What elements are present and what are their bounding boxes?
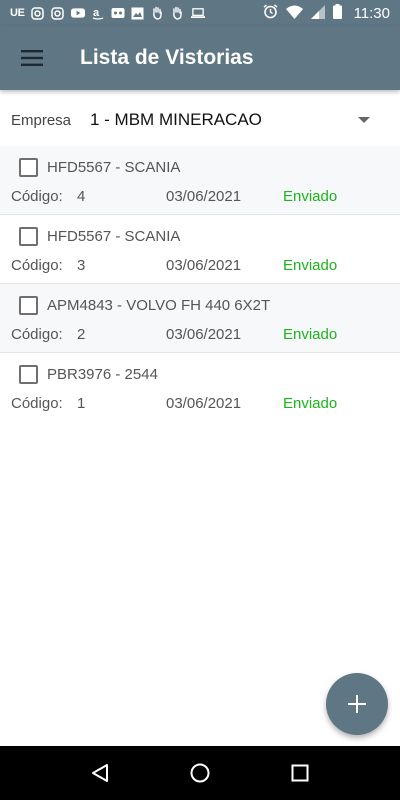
item-checkbox[interactable] [19,158,38,177]
company-selected-value: 1 - MBM MINERACAO [90,110,262,129]
carrier-label: UE [10,7,25,19]
instagram-icon [31,6,45,20]
code-value: 4 [77,188,86,205]
item-checkbox[interactable] [19,365,38,384]
item-checkbox[interactable] [19,227,38,246]
hand-icon [151,6,165,20]
app-bar: Lista de Vistorias [0,26,400,90]
system-nav-bar [0,746,400,800]
back-button[interactable] [80,753,120,793]
item-checkbox[interactable] [19,296,38,315]
home-circle-icon [190,763,210,783]
code-value: 2 [77,326,86,343]
laptop-icon [190,6,205,20]
inspection-list-item[interactable]: APM4843 - VOLVO FH 440 6X2T Código: 2 03… [0,284,400,353]
status-badge: Enviado [283,257,338,274]
inspection-list-item[interactable]: HFD5567 - SCANIA Código: 4 03/06/2021 En… [0,146,400,215]
company-dropdown[interactable]: 1 - MBM MINERACAO [90,110,400,130]
wifi-icon [285,5,303,22]
add-inspection-button[interactable] [326,673,388,735]
code-value: 1 [77,395,86,412]
vehicle-title: HFD5567 - SCANIA [47,159,181,176]
page-title: Lista de Vistorias [80,46,254,69]
code-label: Código: [11,395,63,412]
inspection-list-item[interactable]: HFD5567 - SCANIA Código: 3 03/06/2021 En… [0,215,400,284]
menu-button[interactable] [0,26,64,90]
status-badge: Enviado [283,326,338,343]
code-label: Código: [11,257,63,274]
vehicle-title: APM4843 - VOLVO FH 440 6X2T [47,297,271,314]
status-badge: Enviado [283,188,338,205]
image-icon [131,6,145,20]
inspection-date: 03/06/2021 [166,257,242,274]
amazon-icon: a [91,6,105,20]
voicemail-icon [111,6,125,20]
system-icons: 11:30 [263,4,390,22]
dropdown-arrow-icon [358,117,370,123]
vehicle-title: HFD5567 - SCANIA [47,228,181,245]
status-badge: Enviado [283,395,338,412]
back-triangle-icon [92,764,108,782]
notification-icons: UE a [10,6,263,20]
recents-button[interactable] [280,753,320,793]
status-bar: UE a 11:30 [0,0,400,26]
youtube-icon [70,6,85,20]
code-value: 3 [77,257,86,274]
vehicle-title: PBR3976 - 2544 [47,366,158,383]
inspection-date: 03/06/2021 [166,188,242,205]
inspection-date: 03/06/2021 [166,395,242,412]
alarm-icon [263,4,278,22]
code-label: Código: [11,326,63,343]
svg-text:a: a [93,7,100,19]
company-filter: Empresa 1 - MBM MINERACAO [0,100,400,140]
clock-time: 11:30 [353,4,390,22]
hamburger-menu-icon [21,50,43,66]
recents-square-icon [291,764,309,782]
home-button[interactable] [180,753,220,793]
inspection-date: 03/06/2021 [166,326,242,343]
inspection-list-item[interactable]: PBR3976 - 2544 Código: 1 03/06/2021 Envi… [0,353,400,422]
battery-icon [332,4,342,22]
signal-icon [310,4,325,22]
code-label: Código: [11,188,63,205]
inspection-list: HFD5567 - SCANIA Código: 4 03/06/2021 En… [0,146,400,422]
plus-icon [348,695,366,713]
hand-icon [171,6,185,20]
instagram-icon [51,6,65,20]
company-label: Empresa [11,111,72,129]
